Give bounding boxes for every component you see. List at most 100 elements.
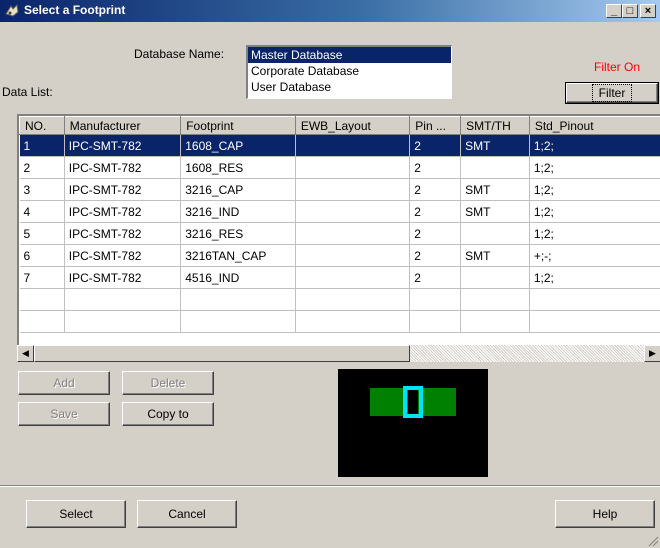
table-row[interactable]: 7 IPC-SMT-782 4516_IND 2 1;2; bbox=[19, 266, 660, 289]
table-row[interactable]: 4 IPC-SMT-782 3216_IND 2 SMT 1;2; bbox=[19, 200, 660, 223]
cell-manufacturer: IPC-SMT-782 bbox=[64, 222, 182, 245]
table-row[interactable]: 6 IPC-SMT-782 3216TAN_CAP 2 SMT +;-; bbox=[19, 244, 660, 267]
database-option[interactable]: User Database bbox=[248, 79, 451, 95]
cell-std-pinout: 1;2; bbox=[529, 222, 660, 245]
save-button[interactable]: Save bbox=[18, 402, 110, 426]
cell-ewb-layout bbox=[295, 200, 411, 223]
cell-smt-th bbox=[460, 156, 530, 179]
cell-pin: 2 bbox=[409, 134, 462, 157]
cell-no: 4 bbox=[19, 200, 65, 223]
cell-pin: 2 bbox=[409, 244, 462, 267]
cell-pin bbox=[409, 310, 462, 333]
table-row[interactable]: 2 IPC-SMT-782 1608_RES 2 1;2; bbox=[19, 156, 660, 179]
cell-footprint: 3216_CAP bbox=[180, 178, 296, 201]
cell-no: 3 bbox=[19, 178, 65, 201]
cell-manufacturer: IPC-SMT-782 bbox=[64, 266, 182, 289]
cell-no bbox=[19, 310, 65, 333]
cell-std-pinout: +;-; bbox=[529, 244, 660, 267]
table-row[interactable] bbox=[19, 288, 660, 311]
minimize-icon: _ bbox=[610, 5, 618, 17]
table-row[interactable]: 5 IPC-SMT-782 3216_RES 2 1;2; bbox=[19, 222, 660, 245]
cell-pin: 2 bbox=[409, 266, 462, 289]
horizontal-scrollbar[interactable]: ◀ ▶ bbox=[17, 345, 660, 362]
cell-ewb-layout bbox=[295, 134, 411, 157]
cell-no: 1 bbox=[19, 134, 65, 157]
cell-footprint: 3216TAN_CAP bbox=[180, 244, 296, 267]
cell-footprint: 1608_CAP bbox=[180, 134, 296, 157]
scroll-right-button[interactable]: ▶ bbox=[644, 345, 660, 362]
footer-separator bbox=[0, 485, 660, 487]
scroll-thumb[interactable] bbox=[34, 345, 410, 362]
table-header-row: NO. Manufacturer Footprint EWB_Layout Pi… bbox=[19, 116, 660, 135]
minimize-button[interactable]: _ bbox=[606, 4, 622, 18]
cell-manufacturer: IPC-SMT-782 bbox=[64, 244, 182, 267]
table-row[interactable]: 1 IPC-SMT-782 1608_CAP 2 SMT 1;2; bbox=[19, 134, 660, 157]
pin-gap bbox=[408, 392, 418, 412]
cell-pin: 2 bbox=[409, 178, 462, 201]
column-header-ewb-layout[interactable]: EWB_Layout bbox=[294, 116, 411, 135]
cell-std-pinout: 1;2; bbox=[529, 200, 660, 223]
cell-smt-th bbox=[460, 222, 530, 245]
footprint-table: NO. Manufacturer Footprint EWB_Layout Pi… bbox=[19, 116, 660, 333]
cell-ewb-layout bbox=[295, 266, 411, 289]
cell-smt-th: SMT bbox=[460, 178, 530, 201]
pad-left bbox=[370, 388, 408, 416]
column-header-no[interactable]: NO. bbox=[19, 116, 65, 135]
footprint-preview bbox=[338, 369, 488, 477]
copy-to-button[interactable]: Copy to bbox=[122, 402, 214, 426]
cell-no: 2 bbox=[19, 156, 65, 179]
scroll-left-button[interactable]: ◀ bbox=[17, 345, 34, 362]
table-row[interactable]: 3 IPC-SMT-782 3216_CAP 2 SMT 1;2; bbox=[19, 178, 660, 201]
cell-ewb-layout bbox=[295, 178, 411, 201]
column-header-smt-th[interactable]: SMT/TH bbox=[460, 116, 530, 135]
pad-right bbox=[418, 388, 456, 416]
cell-pin: 2 bbox=[409, 200, 462, 223]
cell-smt-th: SMT bbox=[460, 200, 530, 223]
column-header-footprint[interactable]: Footprint bbox=[180, 116, 296, 135]
cell-pin: 2 bbox=[409, 156, 462, 179]
filter-button[interactable]: Filter bbox=[565, 82, 659, 104]
maximize-icon: □ bbox=[626, 5, 634, 17]
footprint-grid[interactable]: NO. Manufacturer Footprint EWB_Layout Pi… bbox=[17, 114, 660, 348]
database-option[interactable]: Corporate Database bbox=[248, 63, 451, 79]
cell-no: 5 bbox=[19, 222, 65, 245]
column-header-std-pinout[interactable]: Std_Pinout bbox=[528, 116, 660, 135]
cell-manufacturer: IPC-SMT-782 bbox=[64, 156, 182, 179]
cell-footprint: 3216_IND bbox=[180, 200, 296, 223]
cell-manufacturer bbox=[64, 310, 182, 333]
cell-smt-th bbox=[460, 266, 530, 289]
data-list-label: Data List: bbox=[2, 85, 53, 99]
help-button[interactable]: Help bbox=[555, 500, 655, 528]
cell-manufacturer bbox=[64, 288, 182, 311]
cell-footprint: 1608_RES bbox=[180, 156, 296, 179]
column-header-pin[interactable]: Pin ... bbox=[409, 116, 462, 135]
column-header-manufacturer[interactable]: Manufacturer bbox=[63, 116, 182, 135]
select-button[interactable]: Select bbox=[26, 500, 126, 528]
filter-button-label: Filter bbox=[591, 84, 633, 102]
table-row[interactable] bbox=[19, 310, 660, 333]
delete-button[interactable]: Delete bbox=[122, 371, 214, 395]
cell-pin: 2 bbox=[409, 222, 462, 245]
resize-grip-icon[interactable] bbox=[647, 535, 659, 547]
cell-no bbox=[19, 288, 65, 311]
add-button[interactable]: Add bbox=[18, 371, 110, 395]
database-option[interactable]: Master Database bbox=[248, 47, 451, 63]
maximize-button[interactable]: □ bbox=[622, 4, 638, 18]
cell-ewb-layout bbox=[295, 222, 411, 245]
filter-status: Filter On bbox=[594, 60, 641, 74]
cell-footprint: 4516_IND bbox=[180, 266, 296, 289]
window-title: Select a Footprint bbox=[24, 3, 126, 17]
cell-no: 6 bbox=[19, 244, 65, 267]
database-listbox[interactable]: Master Database Corporate Database User … bbox=[246, 45, 452, 99]
close-button[interactable]: × bbox=[640, 4, 656, 18]
cell-footprint bbox=[180, 310, 296, 333]
cell-manufacturer: IPC-SMT-782 bbox=[64, 134, 182, 157]
cell-manufacturer: IPC-SMT-782 bbox=[64, 200, 182, 223]
cell-manufacturer: IPC-SMT-782 bbox=[64, 178, 182, 201]
title-bar[interactable]: Select a Footprint _ □ × bbox=[0, 0, 660, 22]
cancel-button[interactable]: Cancel bbox=[137, 500, 237, 528]
cell-ewb-layout bbox=[295, 288, 411, 311]
cell-smt-th: SMT bbox=[460, 244, 530, 267]
table-body: 1 IPC-SMT-782 1608_CAP 2 SMT 1;2; 2 IPC-SMT-782… bbox=[19, 134, 660, 333]
footprint-app-icon bbox=[5, 3, 19, 17]
